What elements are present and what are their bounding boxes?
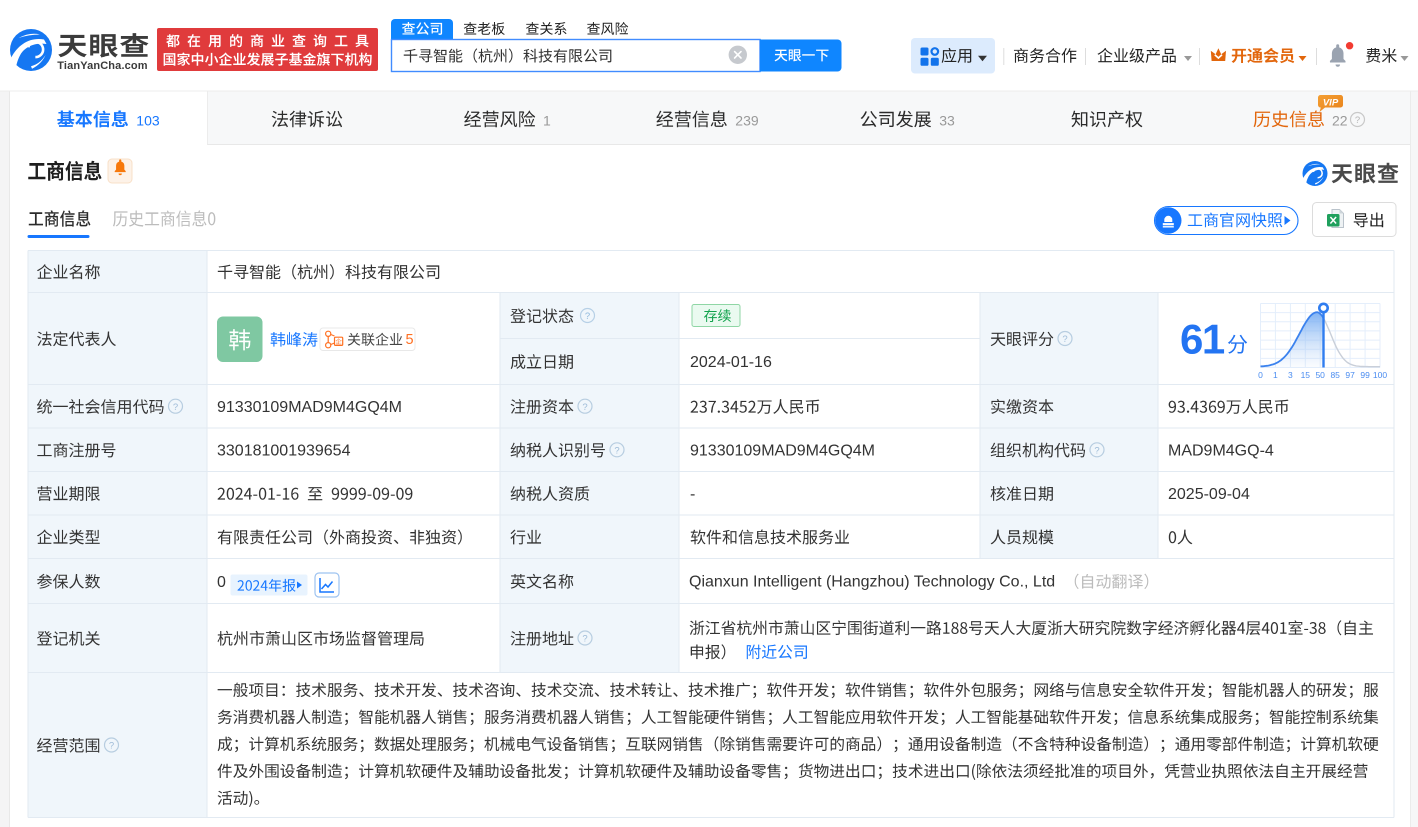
svg-text:103: 103 bbox=[136, 113, 160, 129]
svg-text:3: 3 bbox=[1288, 370, 1293, 380]
svg-text:MAD9M4GQ-4: MAD9M4GQ-4 bbox=[1168, 443, 1274, 460]
svg-text:?: ? bbox=[585, 311, 590, 322]
svg-text:0: 0 bbox=[217, 574, 226, 591]
svg-text:33: 33 bbox=[939, 113, 955, 129]
svg-text:1: 1 bbox=[543, 113, 551, 129]
svg-text:97: 97 bbox=[1345, 370, 1355, 380]
svg-text:22: 22 bbox=[1332, 113, 1348, 129]
svg-text:1: 1 bbox=[1273, 370, 1278, 380]
svg-text:VIP: VIP bbox=[1323, 97, 1339, 108]
svg-text:?: ? bbox=[173, 402, 178, 413]
svg-text:61: 61 bbox=[1180, 316, 1225, 363]
svg-text:91330109MAD9M4GQ4M: 91330109MAD9M4GQ4M bbox=[217, 399, 402, 416]
svg-text:?: ? bbox=[614, 445, 619, 456]
svg-text:100: 100 bbox=[1373, 370, 1387, 380]
svg-text:TianYanCha.com: TianYanCha.com bbox=[57, 60, 148, 72]
svg-text:?: ? bbox=[582, 402, 587, 413]
svg-text:2024-01-16: 2024-01-16 bbox=[690, 354, 772, 371]
svg-text:5: 5 bbox=[406, 332, 414, 348]
svg-text:Qianxun Intelligent (Hangzhou): Qianxun Intelligent (Hangzhou) Technolog… bbox=[689, 574, 1055, 591]
svg-text:?: ? bbox=[1062, 334, 1067, 345]
svg-text:91330109MAD9M4GQ4M: 91330109MAD9M4GQ4M bbox=[690, 443, 875, 460]
svg-text:-: - bbox=[690, 486, 695, 503]
svg-text:50: 50 bbox=[1315, 370, 1325, 380]
svg-text:239: 239 bbox=[735, 113, 759, 129]
svg-text:2025-09-04: 2025-09-04 bbox=[1168, 486, 1250, 503]
svg-text:?: ? bbox=[582, 634, 587, 645]
svg-text:99: 99 bbox=[1360, 370, 1370, 380]
svg-text:85: 85 bbox=[1330, 370, 1340, 380]
svg-text:?: ? bbox=[1355, 115, 1360, 126]
svg-text:330181001939654: 330181001939654 bbox=[217, 443, 351, 460]
svg-text:?: ? bbox=[1094, 445, 1099, 456]
svg-text:0: 0 bbox=[1258, 370, 1263, 380]
svg-text:15: 15 bbox=[1301, 370, 1311, 380]
svg-text:?: ? bbox=[109, 741, 114, 752]
